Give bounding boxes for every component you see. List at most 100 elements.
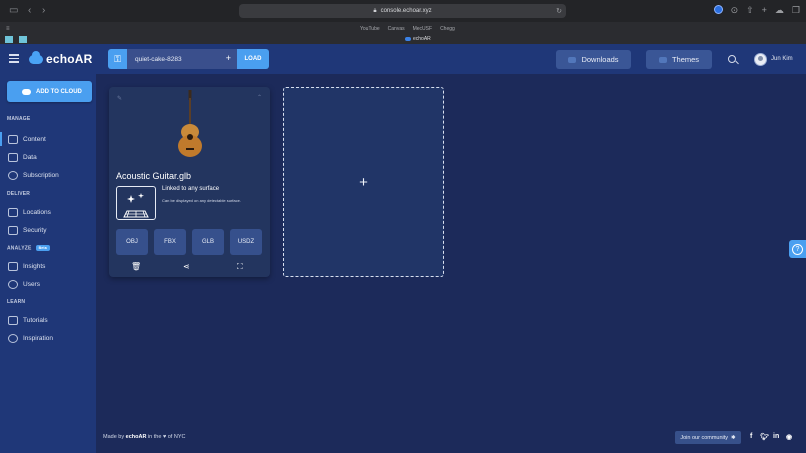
format-fbx-button[interactable]: FBX [154,229,186,255]
collapse-icon[interactable]: ⌃ [257,94,262,101]
section-analyze-label: ANALYZE [7,245,32,252]
browser-actions: ⊙ ⇧ + ☁ ❐ [713,5,800,16]
tabs-overview-icon[interactable]: ❐ [792,5,800,16]
sidebar-item-data[interactable]: Data [0,150,96,164]
sidebar: ADD TO CLOUD MANAGE Content Data Subscri… [0,74,96,453]
sidebar-item-insights[interactable]: Insights [0,259,96,273]
help-button[interactable]: ? [789,240,806,258]
list-icon [8,152,18,162]
community-label: Join our community [680,434,729,441]
add-plus-icon: + [359,173,368,191]
key-icon[interactable]: ⚿ [108,49,127,69]
pinned-tab-icon[interactable] [5,36,13,43]
favorite-link[interactable]: Chegg [440,26,455,32]
downloads-label: Downloads [581,55,619,64]
footer-in-the: in the [147,434,162,440]
new-tab-icon[interactable]: + [762,5,767,16]
add-to-cloud-button[interactable]: ADD TO CLOUD [7,81,92,102]
sidebar-item-content[interactable]: Content [0,132,96,146]
search-icon[interactable] [728,55,736,63]
hamburger-menu-icon[interactable] [9,54,19,63]
themes-label: Themes [671,55,700,64]
tab-menu-icon[interactable]: ≡ [6,26,10,32]
forward-icon[interactable]: › [42,5,45,16]
themes-icon [658,56,667,63]
linkedin-icon[interactable]: in [773,433,779,440]
beta-badge: Beta [35,245,50,251]
sidebar-item-locations[interactable]: Locations [0,205,96,219]
sidebar-item-inspiration[interactable]: Inspiration [0,331,96,345]
api-key-value: quiet-cake-8283 [135,55,182,63]
user-name[interactable]: Jun Kim [771,56,793,62]
surface-subtitle: Can be displayed on any detectable surfa… [162,198,241,203]
downloads-button[interactable]: Downloads [556,50,631,69]
download-icon[interactable]: ⊙ [731,5,739,16]
add-asset-dropzone[interactable]: + [283,87,444,277]
asset-title: Acoustic Guitar.glb [116,171,192,181]
lightbulb-icon [8,333,18,343]
format-usdz-button[interactable]: USDZ [230,229,262,255]
share-icon[interactable]: ⋖ [183,262,190,271]
location-icon [8,207,18,217]
sidebar-item-label: Inspiration [23,334,53,342]
join-community-button[interactable]: Join our community ✱ [675,431,741,444]
pencil-icon [8,134,18,144]
question-icon: ? [792,243,803,255]
sidebar-item-security[interactable]: Security [0,223,96,237]
sidebar-item-tutorials[interactable]: Tutorials [0,313,96,327]
refresh-icon [8,170,18,180]
sidebar-toggle-icon[interactable]: ▭ [9,5,18,16]
sidebar-item-label: Insights [23,262,46,270]
pinned-tab-icon[interactable] [19,36,27,43]
echoar-favicon-icon [405,37,411,41]
active-tab[interactable]: echoAR [405,36,431,42]
load-button[interactable]: LOAD [237,49,269,69]
github-icon[interactable]: ◉ [786,433,792,441]
themes-button[interactable]: Themes [646,50,712,69]
edit-icon[interactable]: ✎ [117,95,122,102]
echoar-logo[interactable]: echoAR [29,50,93,66]
favorite-link[interactable]: MecUSF [413,26,432,32]
sidebar-item-subscription[interactable]: Subscription [0,168,96,182]
asset-card[interactable]: ✎ ⌃ Acoustic Guitar.glb Linked to any su… [109,87,270,277]
format-obj-button[interactable]: OBJ [116,229,148,255]
logo-text: echoAR [46,52,93,66]
section-learn: LEARN [7,299,26,305]
url-text: console.echoar.xyz [380,8,432,14]
footer-made-by: Made by [103,434,125,440]
cloud-icon[interactable]: ☁ [775,5,784,16]
favorites-links: YouTube Canvas MecUSF Chegg [360,26,455,32]
delete-icon[interactable]: 🗑︎ [131,262,141,271]
reload-icon[interactable]: ↻ [556,7,562,15]
surface-title: Linked to any surface [162,186,220,192]
sidebar-item-label: Content [23,135,46,143]
share-icon[interactable]: ⇧ [746,5,754,16]
sidebar-item-label: Subscription [23,171,59,179]
add-key-icon[interactable]: + [226,53,231,63]
active-tab-title: echoAR [413,36,431,42]
sidebar-item-label: Locations [23,208,51,216]
footer-credit: Made by echoAR in the ♥ of NYC [103,434,185,440]
twitter-icon[interactable]: 🐦︎ [760,433,769,441]
footer-brand[interactable]: echoAR [126,434,147,440]
user-icon [8,279,18,289]
facebook-icon[interactable]: f [750,433,752,440]
avatar[interactable] [754,53,767,66]
fullscreen-icon[interactable]: ⛶ [237,262,243,272]
api-key-field[interactable]: quiet-cake-8283 + [127,49,237,69]
extension-icon[interactable] [713,5,723,14]
back-icon[interactable]: ‹ [28,5,31,16]
sidebar-item-users[interactable]: Users [0,277,96,291]
lock-icon [8,225,18,235]
cloud-upload-icon [22,88,31,95]
book-icon [8,315,18,325]
address-bar[interactable]: 🔒︎ console.echoar.xyz ↻ [239,4,566,18]
favorites-bar: YouTube Canvas MecUSF Chegg echoAR [0,22,806,44]
heart-icon: ♥ [162,434,167,440]
favorite-link[interactable]: YouTube [360,26,380,32]
format-glb-button[interactable]: GLB [192,229,224,255]
favorite-link[interactable]: Canvas [388,26,405,32]
tab-strip: ≡ [0,24,36,44]
browser-toolbar: ▭ ‹ › 🔒︎ console.echoar.xyz ↻ ⊙ ⇧ + ☁ ❐ [0,0,806,22]
logo-cloud-icon [29,50,43,64]
